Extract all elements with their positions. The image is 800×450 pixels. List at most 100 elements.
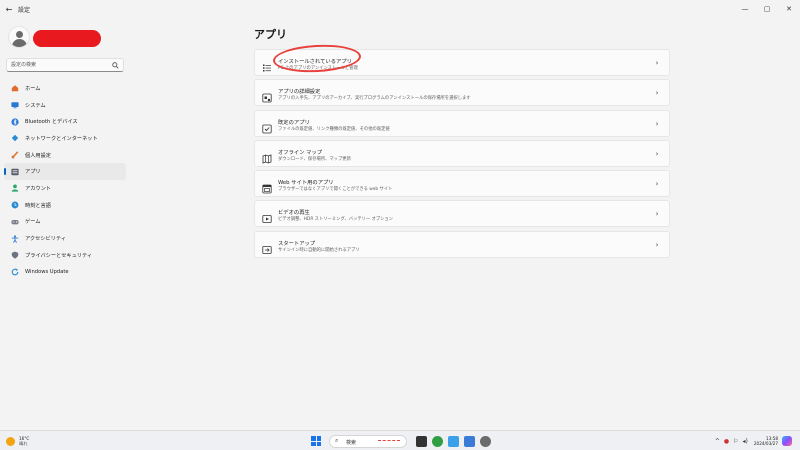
settings-icon[interactable] (479, 435, 491, 447)
window-title: 設定 (18, 6, 31, 14)
card-advanced-app-settings[interactable]: アプリの詳細設定 アプリの入手先、アプリのアーカイブ、実行プログラムのアンインス… (254, 79, 670, 107)
card-subtitle: ファイルの既定値、リンク種類の既定値、その他の既定値 (278, 126, 390, 132)
card-subtitle: サインイン時に自動的に開始されるアプリ (278, 247, 360, 253)
settings-card-list: インストールされているアプリ PC 上のアプリのアンインストールと管理 › アプ… (254, 42, 670, 261)
startup-icon (262, 240, 272, 254)
photos-icon[interactable] (447, 435, 459, 447)
card-title: スタートアップ (278, 240, 316, 247)
default-apps-icon (262, 119, 272, 133)
chevron-right-icon: › (655, 149, 659, 158)
sidebar-item-label: プライバシーとセキュリティ (25, 252, 93, 259)
sidebar-item-windows-update[interactable]: Windows Update (4, 264, 126, 281)
web-apps-icon (262, 179, 272, 194)
search-icon: ⌕ (335, 436, 339, 444)
sidebar-item-label: 個人用設定 (25, 152, 51, 159)
minimize-button[interactable]: — (734, 0, 756, 18)
card-subtitle: PC 上のアプリのアンインストールと管理 (278, 66, 358, 71)
sidebar-item-home[interactable]: ホーム (4, 80, 126, 97)
close-button[interactable]: ✕ (778, 0, 800, 18)
taskbar-center: ⌕ 検索 (311, 434, 493, 448)
offline-maps-icon (262, 149, 272, 164)
chevron-right-icon: › (655, 119, 659, 128)
clock[interactable]: 13:58 2024/03/27 (754, 436, 778, 446)
card-title: アプリの詳細設定 (278, 89, 321, 96)
tray-overflow-icon[interactable]: ^ (715, 438, 720, 445)
sidebar-item-label: システム (25, 102, 46, 109)
advanced-apps-icon (262, 88, 272, 103)
sidebar-item-gaming[interactable]: ゲーム (4, 214, 126, 231)
avatar (8, 26, 30, 48)
sidebar-item-label: ゲーム (25, 219, 41, 226)
network-icon (11, 134, 19, 142)
system-icon (11, 101, 19, 109)
chevron-right-icon: › (655, 240, 659, 249)
card-title: オフライン マップ (278, 149, 323, 156)
search-highlight-decoration (378, 439, 400, 444)
gamepad-icon (11, 218, 19, 226)
tray-app-icon[interactable]: ● (724, 438, 729, 445)
window-controls: — ▢ ✕ (734, 0, 800, 18)
card-subtitle: ビデオ調整、HDR ストリーミング、バッテリー オプション (278, 217, 394, 223)
card-subtitle: アプリの入手先、アプリのアーカイブ、実行プログラムのアンインストールの保存場所を… (278, 96, 471, 102)
maximize-button[interactable]: ▢ (756, 0, 778, 18)
copilot-icon[interactable] (782, 436, 792, 446)
card-title: インストールされているアプリ (278, 59, 352, 65)
close-icon: ✕ (786, 5, 792, 13)
sidebar-item-accessibility[interactable]: アクセシビリティ (4, 230, 126, 247)
sidebar-item-bluetooth[interactable]: Bluetooth とデバイス (4, 113, 126, 130)
card-video-playback[interactable]: ビデオの再生 ビデオ調整、HDR ストリーミング、バッテリー オプション › (254, 200, 670, 228)
sidebar-item-privacy[interactable]: プライバシーとセキュリティ (4, 247, 126, 264)
avatar-head (16, 31, 23, 38)
taskbar-search-label: 検索 (346, 439, 357, 446)
system-tray: ^ ● ⚐ ◂) 13:58 2024/03/27 (713, 434, 792, 448)
title-bar: ← 設定 — ▢ ✕ (0, 0, 800, 18)
bluetooth-icon (11, 118, 19, 126)
minimize-icon: — (741, 5, 749, 13)
weather-condition: 晴れ (19, 441, 28, 446)
page-title: アプリ (254, 28, 287, 41)
control-panel-icon[interactable] (463, 435, 475, 447)
sidebar-nav: ホーム システム Bluetooth とデバイス ネットワークとインターネット … (4, 80, 126, 280)
card-title: 既定のアプリ (278, 119, 310, 126)
sidebar-item-personalization[interactable]: 個人用設定 (4, 147, 126, 164)
chevron-right-icon: › (655, 210, 659, 219)
weather-widget[interactable]: 16°C 晴れ (6, 434, 29, 448)
card-startup[interactable]: スタートアップ サインイン時に自動的に開始されるアプリ › (254, 230, 670, 258)
sidebar-item-system[interactable]: システム (4, 97, 126, 114)
user-profile[interactable] (8, 26, 126, 54)
sidebar-item-label: Windows Update (25, 268, 69, 275)
card-apps-for-websites[interactable]: Web サイト用のアプリ ブラウザーではなくアプリで開くことができる web サ… (254, 170, 670, 198)
sidebar-item-label: ホーム (25, 85, 41, 92)
taskbar-search[interactable]: ⌕ 検索 (329, 434, 407, 448)
sidebar-item-time-language[interactable]: 時刻と言語 (4, 197, 126, 214)
sidebar: ホーム システム Bluetooth とデバイス ネットワークとインターネット … (0, 18, 130, 430)
card-offline-maps[interactable]: オフライン マップ ダウンロード、保存場所、マップ更新 › (254, 139, 670, 167)
shield-icon (11, 251, 19, 259)
file-explorer-icon[interactable] (415, 435, 427, 447)
sidebar-item-apps[interactable]: アプリ (4, 163, 126, 181)
sidebar-item-label: アプリ (25, 169, 41, 176)
chevron-right-icon: › (655, 180, 659, 189)
sidebar-item-accounts[interactable]: アカウント (4, 180, 126, 197)
redacted-username (33, 30, 101, 47)
card-title: Web サイト用のアプリ (278, 180, 334, 187)
network-icon[interactable]: ⚐ (733, 438, 738, 445)
back-button[interactable]: ← (0, 0, 18, 18)
card-default-apps[interactable]: 既定のアプリ ファイルの既定値、リンク種類の既定値、その他の既定値 › (254, 109, 670, 137)
avatar-body (12, 39, 27, 47)
chrome-icon[interactable] (431, 435, 443, 447)
video-playback-icon (262, 209, 272, 224)
card-installed-apps[interactable]: インストールされているアプリ PC 上のアプリのアンインストールと管理 › (254, 42, 670, 76)
chevron-right-icon: › (655, 59, 659, 67)
search-input[interactable] (11, 59, 107, 71)
installed-apps-icon (262, 58, 272, 72)
volume-icon[interactable]: ◂) (743, 438, 748, 445)
sun-icon (6, 436, 15, 446)
sidebar-item-label: アクセシビリティ (25, 236, 66, 243)
chevron-right-icon: › (655, 89, 659, 98)
search-icon[interactable] (110, 60, 120, 70)
sidebar-item-label: ネットワークとインターネット (25, 135, 98, 142)
start-icon[interactable] (311, 436, 321, 446)
sidebar-item-network[interactable]: ネットワークとインターネット (4, 130, 126, 147)
home-icon (11, 84, 19, 92)
